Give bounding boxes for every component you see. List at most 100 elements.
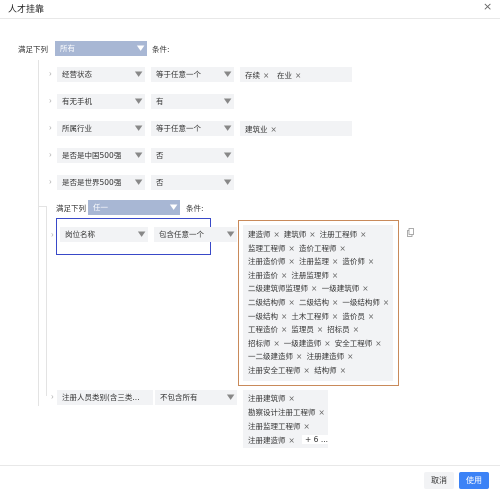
remove-icon[interactable]: ×	[375, 339, 381, 348]
tag: 一二级建造师 ×	[248, 352, 303, 362]
tag: 注册造价师 ×	[248, 257, 295, 267]
expand-icon[interactable]: ›	[49, 150, 52, 160]
field-select[interactable]: 岗位名称 ▼	[60, 227, 148, 242]
tag: 建造师 ×	[248, 230, 280, 239]
value-tags[interactable]: 建筑业 ×	[240, 121, 352, 136]
field-select[interactable]: 是否是世界500强 ▼	[57, 175, 145, 190]
tree-branch	[38, 206, 46, 207]
cancel-button[interactable]: 取消	[424, 472, 454, 489]
remove-icon[interactable]: ×	[332, 312, 338, 321]
tag: 一级结构师 ×	[342, 298, 390, 307]
chevron-down-icon: ▼	[226, 230, 235, 238]
tag: 造价员 ×	[342, 311, 375, 321]
chevron-down-icon: ▼	[169, 203, 178, 211]
operator-select[interactable]: 等于任意一个 ▼	[151, 121, 234, 136]
remove-icon[interactable]: ×	[340, 366, 346, 375]
remove-icon[interactable]: ×	[263, 71, 269, 80]
chevron-down-icon: ▼	[223, 124, 232, 132]
remove-icon[interactable]: ×	[360, 230, 366, 239]
chevron-down-icon: ▼	[137, 230, 146, 238]
expand-icon[interactable]: ›	[51, 392, 54, 402]
chevron-down-icon: ▼	[134, 124, 143, 132]
group-cond-label: 条件:	[186, 204, 204, 213]
tag: 结构师 ×	[314, 366, 346, 375]
expand-icon[interactable]: ›	[49, 123, 52, 133]
tag: 建筑业 ×	[245, 125, 277, 134]
remove-icon[interactable]: ×	[281, 271, 287, 280]
remove-icon[interactable]: ×	[304, 422, 310, 431]
operator-select[interactable]: 包含任意一个 ▼	[154, 227, 237, 242]
remove-icon[interactable]: ×	[347, 352, 353, 361]
remove-icon[interactable]: ×	[317, 325, 323, 334]
tag: 注册监理 ×	[299, 257, 339, 267]
remove-icon[interactable]: ×	[332, 257, 338, 266]
remove-icon[interactable]: ×	[324, 339, 330, 348]
remove-icon[interactable]: ×	[289, 436, 295, 445]
tag: 注册建筑师 ×	[248, 394, 295, 403]
field-select[interactable]: 注册人员类别(含三类...	[57, 390, 153, 405]
field-select[interactable]: 是否是中国500强 ▼	[57, 148, 145, 163]
remove-icon[interactable]: ×	[296, 352, 302, 361]
remove-icon[interactable]: ×	[304, 366, 310, 375]
tag: 建筑师 ×	[283, 230, 316, 239]
operator-select[interactable]: 否 ▼	[151, 175, 234, 190]
remove-icon[interactable]: ×	[332, 298, 338, 307]
remove-icon[interactable]: ×	[319, 408, 325, 417]
remove-icon[interactable]: ×	[289, 257, 295, 266]
chevron-down-icon: ▼	[223, 97, 232, 105]
chevron-down-icon: ▼	[226, 393, 235, 401]
expand-icon[interactable]: ›	[49, 69, 52, 79]
remove-icon[interactable]: ×	[274, 339, 280, 348]
tag: 监理工程师 ×	[248, 243, 295, 253]
copy-icon[interactable]	[407, 228, 414, 237]
value-tags[interactable]: 注册建筑师 × 勘察设计注册工程师 × 注册监理工程师 × 注册建造师 × + 6 ...	[243, 390, 331, 448]
chevron-down-icon: ▼	[223, 151, 232, 159]
header-divider	[0, 18, 500, 19]
value-tags[interactable]: 存续 × 在业 ×	[240, 67, 352, 82]
chevron-down-icon: ▼	[134, 151, 143, 159]
root-mode-select[interactable]: 所有 ▼	[55, 41, 147, 56]
value-tags[interactable]: 建造师 × 建筑师 × 注册工程师 × 监理工程师 × 造价工程师 × 注册造价师 × 注册监理 × 造价师…	[243, 225, 393, 381]
remove-icon[interactable]: ×	[332, 271, 338, 280]
field-select[interactable]: 所属行业 ▼	[57, 121, 145, 136]
tag: 注册监理工程师 ×	[248, 422, 310, 431]
chevron-down-icon: ▼	[223, 70, 232, 78]
close-icon[interactable]: ×	[483, 0, 492, 13]
operator-select[interactable]: 否 ▼	[151, 148, 234, 163]
chevron-down-icon: ▼	[136, 44, 145, 52]
field-select[interactable]: 经营状态 ▼	[57, 67, 145, 82]
tag: 一级建造师 ×	[283, 338, 331, 348]
remove-icon[interactable]: ×	[353, 325, 359, 334]
remove-icon[interactable]: ×	[281, 325, 287, 334]
expand-icon[interactable]: ›	[49, 177, 52, 187]
remove-icon[interactable]: ×	[311, 284, 317, 293]
use-button[interactable]: 使用	[459, 472, 489, 489]
remove-icon[interactable]: ×	[362, 284, 368, 293]
remove-icon[interactable]: ×	[271, 125, 277, 134]
tag: 在业 ×	[277, 71, 302, 80]
operator-select[interactable]: 有 ▼	[151, 94, 234, 109]
field-select[interactable]: 有无手机 ▼	[57, 94, 145, 109]
remove-icon[interactable]: ×	[274, 230, 280, 239]
tag: 监理员 ×	[291, 325, 324, 335]
tag: 注册建造师 ×	[306, 352, 354, 362]
remove-icon[interactable]: ×	[368, 257, 374, 266]
expand-icon[interactable]: ›	[49, 96, 52, 106]
tag: 造价工程师 ×	[299, 243, 346, 253]
remove-icon[interactable]: ×	[289, 244, 295, 253]
operator-select[interactable]: 不包含所有 ▼	[155, 390, 237, 405]
remove-icon[interactable]: ×	[281, 312, 287, 321]
remove-icon[interactable]: ×	[289, 298, 295, 307]
tag: 工程造价 ×	[248, 325, 288, 335]
remove-icon[interactable]: ×	[340, 244, 346, 253]
tree-line-root	[38, 60, 39, 406]
expand-icon[interactable]: ›	[51, 230, 54, 240]
remove-icon[interactable]: ×	[309, 230, 315, 239]
remove-icon[interactable]: ×	[295, 71, 301, 80]
group-mode-select[interactable]: 任一 ▼	[88, 200, 180, 215]
remove-icon[interactable]: ×	[368, 312, 374, 321]
operator-select[interactable]: 等于任意一个 ▼	[151, 67, 234, 82]
remove-icon[interactable]: ×	[289, 394, 295, 403]
more-tags-badge[interactable]: + 6 ...	[302, 435, 331, 444]
remove-icon[interactable]: ×	[383, 298, 389, 307]
